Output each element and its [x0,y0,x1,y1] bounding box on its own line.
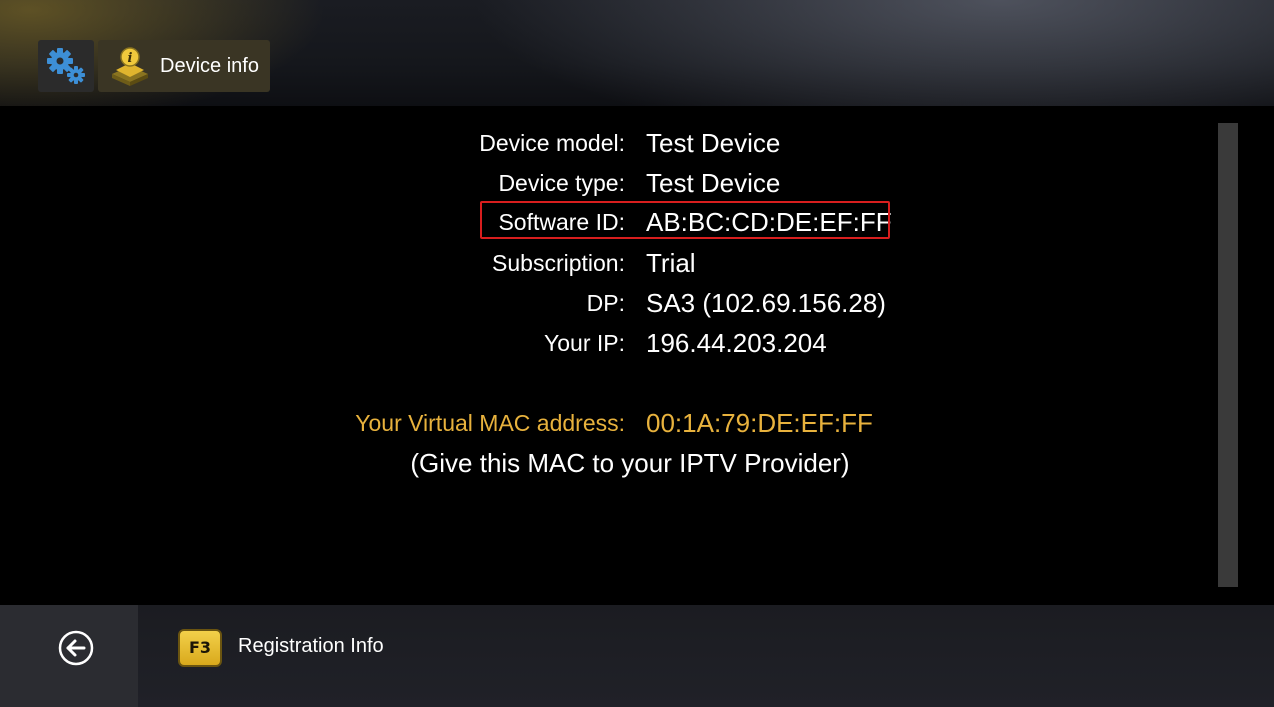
virtual-mac-label: Your Virtual MAC address: [355,410,625,436]
device-type-label: Device type: [498,170,625,196]
tab-device-info[interactable]: i Device info [98,40,270,92]
device-type-value: Test Device [646,168,781,198]
software-id-highlight [480,201,890,239]
device-model-value: Test Device [646,128,781,158]
info-row-subscription: Subscription: Trial [0,246,1200,280]
bottom-bar: F3 Registration Info [0,605,1274,707]
your-ip-value: 196.44.203.204 [646,328,827,358]
subscription-value: Trial [646,248,696,278]
gears-icon [47,48,85,84]
f3-key-icon[interactable]: F3 [178,629,222,667]
info-row-device-model: Device model: Test Device [0,126,1200,160]
back-arrow-icon [58,630,94,666]
registration-info-label[interactable]: Registration Info [238,635,384,658]
settings-button[interactable] [38,40,94,92]
virtual-mac-value: 00:1A:79:DE:EF:FF [646,408,873,438]
device-model-label: Device model: [479,130,625,156]
mac-note: (Give this MAC to your IPTV Provider) [410,448,850,478]
device-info-icon: i [112,47,148,86]
info-row-virtual-mac: Your Virtual MAC address: 00:1A:79:DE:EF… [0,406,1200,440]
subscription-label: Subscription: [492,250,625,276]
info-row-your-ip: Your IP: 196.44.203.204 [0,326,1200,360]
tab-device-info-label: Device info [160,55,259,77]
back-button[interactable] [0,605,138,707]
info-row-dp: DP: SA3 (102.69.156.28) [0,286,1200,320]
dp-label: DP: [586,290,625,316]
top-bar: i Device info [0,0,1274,106]
scrollbar[interactable] [1218,123,1238,587]
dp-value: SA3 (102.69.156.28) [646,288,886,318]
svg-text:i: i [128,51,133,66]
info-row-device-type: Device type: Test Device [0,166,1200,200]
your-ip-label: Your IP: [544,330,625,356]
